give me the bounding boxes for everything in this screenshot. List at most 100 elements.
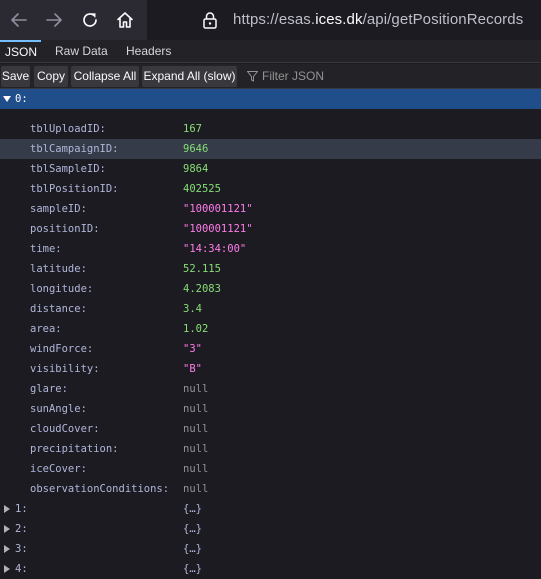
row-value: "3" [183,343,202,355]
url-text[interactable]: https://esas.ices.dk/api/getPositionReco… [233,11,523,28]
expand-all-button[interactable]: Expand All (slow) [142,66,237,87]
tree-row[interactable]: tblCampaignID: 9646 [0,139,541,159]
row-value: 52.115 [183,263,221,275]
tree-row[interactable]: positionID: "100001121" [0,219,541,239]
filter-json-input[interactable]: Filter JSON [244,66,534,87]
tree-row[interactable]: area: 1.02 [0,319,541,339]
row-key: longitude: [30,283,94,295]
row-key: 0: [15,93,28,105]
arrow-left-icon [11,13,27,27]
row-key: time: [30,243,62,255]
row-value: "100001121" [183,223,253,235]
save-button[interactable]: Save [1,66,30,87]
row-key: observationConditions: [30,483,170,495]
tree-row[interactable]: precipitation: null [0,439,541,459]
tree-row[interactable]: cloudCover: null [0,419,541,439]
tab-headers[interactable]: Headers [122,40,175,63]
row-value: null [183,463,209,475]
row-value: null [183,383,209,395]
row-key: glare: [30,383,68,395]
row-value: "B" [183,363,202,375]
filter-icon [247,71,258,82]
row-key: windForce: [30,343,94,355]
tree-row-collapsed[interactable]: 1: {…} [0,499,541,519]
row-key: cloudCover: [30,423,100,435]
row-key: sunAngle: [30,403,87,415]
browser-toolbar: https://esas.ices.dk/api/getPositionReco… [0,0,541,40]
row-key: 2: [15,523,28,535]
row-key: precipitation: [30,443,119,455]
row-key: tblUploadID: [30,123,106,135]
row-key: 4: [15,563,28,575]
reload-button[interactable] [73,3,107,37]
row-key: tblSampleID: [30,163,106,175]
reload-icon [83,13,97,27]
json-tree: 0: tblUploadID: 167 tblCampaignID: 9646 tblS… [0,89,541,575]
tree-row[interactable]: longitude: 4.2083 [0,279,541,299]
tree-row[interactable]: distance: 3.4 [0,299,541,319]
tree-row[interactable]: iceCover: null [0,459,541,479]
row-value: null [183,403,209,415]
url-path: /api/getPositionRecords [362,11,524,28]
row-value: 167 [183,123,202,135]
tree-row[interactable]: time: "14:34:00" [0,239,541,259]
tree-row-0[interactable]: 0: [0,89,541,109]
row-value: {…} [183,563,202,575]
collapsed-triangle-icon[interactable] [4,545,10,553]
tab-raw-data[interactable]: Raw Data [51,40,112,63]
tree-row[interactable]: sampleID: "100001121" [0,199,541,219]
tree-row[interactable]: tblUploadID: 167 [0,119,541,139]
tree-row-collapsed[interactable]: 3: {…} [0,539,541,559]
url-prefix: https://esas. [233,11,316,28]
url-host: ices.dk [315,11,363,28]
collapsed-triangle-icon[interactable] [4,505,10,513]
row-value: 3.4 [183,303,202,315]
row-value: {…} [183,543,202,555]
expanded-triangle-icon[interactable] [3,96,11,102]
row-value: null [183,423,209,435]
collapse-all-button[interactable]: Collapse All [71,66,139,87]
row-key: sampleID: [30,203,87,215]
tree-row[interactable]: observationConditions: null [0,479,541,499]
row-key: latitude: [30,263,87,275]
row-value: 4.2083 [183,283,221,295]
row-value: 9864 [183,163,209,175]
row-value: "100001121" [183,203,253,215]
back-button[interactable] [2,3,36,37]
tree-row[interactable]: tblPositionID: 402525 [0,179,541,199]
row-key: distance: [30,303,87,315]
collapsed-triangle-icon[interactable] [4,565,10,573]
json-toolbar: Save Copy Collapse All Expand All (slow)… [0,64,541,89]
tree-row[interactable]: windForce: "3" [0,339,541,359]
row-key: iceCover: [30,463,87,475]
tree-row[interactable]: sunAngle: null [0,399,541,419]
row-key: visibility: [30,363,100,375]
copy-button[interactable]: Copy [34,66,68,87]
row-value: {…} [183,523,202,535]
row-value: null [183,483,209,495]
tab-json[interactable]: JSON [0,40,41,63]
row-value: 1.02 [183,323,209,335]
tree-row-collapsed[interactable]: 4: {…} [0,559,541,579]
row-key: 3: [15,543,28,555]
collapsed-triangle-icon[interactable] [4,525,10,533]
tree-row-collapsed[interactable]: 2: {…} [0,519,541,539]
filter-placeholder: Filter JSON [262,69,325,83]
row-value: "14:34:00" [183,243,247,255]
address-bar[interactable]: https://esas.ices.dk/api/getPositionReco… [147,0,541,40]
row-value: null [183,443,209,455]
viewer-tabs: JSON Raw Data Headers [0,40,541,63]
home-button[interactable] [108,3,142,37]
row-key: 1: [15,503,28,515]
arrow-right-icon [46,13,62,27]
tree-row[interactable]: tblSampleID: 9864 [0,159,541,179]
tree-row[interactable]: glare: null [0,379,541,399]
forward-button[interactable] [37,3,71,37]
lock-icon[interactable] [200,10,220,30]
tree-row[interactable]: visibility: "B" [0,359,541,379]
row-value: {…} [183,503,202,515]
home-icon [117,12,133,28]
tree-row[interactable]: latitude: 52.115 [0,259,541,279]
row-key: area: [30,323,62,335]
row-value: 402525 [183,183,221,195]
